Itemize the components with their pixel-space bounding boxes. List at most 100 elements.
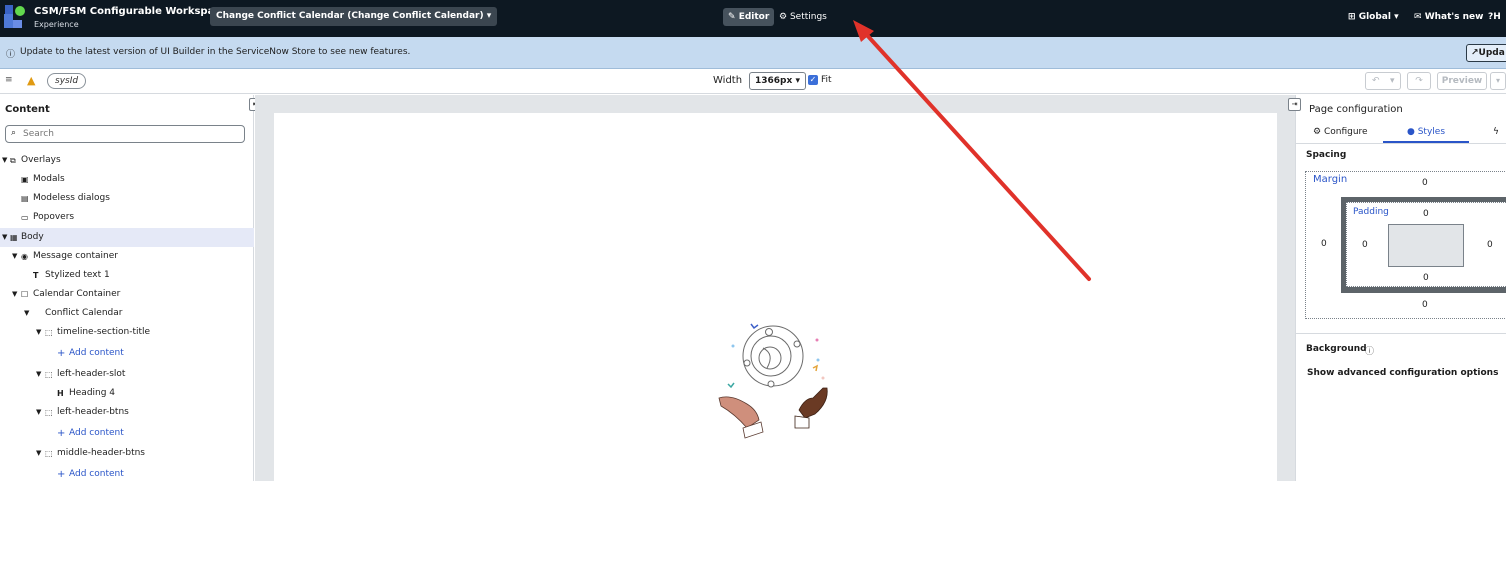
preview-dropdown[interactable]: ▾ (1490, 72, 1506, 90)
preview-button[interactable]: Preview (1437, 72, 1487, 90)
tree-item-timeline-section-title[interactable]: ▼ ⬚ timeline-section-title (0, 323, 254, 342)
info-icon: ⓘ (6, 50, 16, 60)
content-panel: Content ⌕ ▼ ⧉ Overlays ▣ Modals ▤ Modele… (0, 95, 254, 481)
tree-item-left-header-slot[interactable]: ▼ ⬚ left-header-slot (0, 365, 254, 384)
tree-item-calendar-container[interactable]: ▼ ☐ Calendar Container (0, 285, 254, 304)
search-input[interactable] (23, 128, 233, 140)
tree-item-popovers[interactable]: ▭ Popovers (0, 208, 254, 227)
margin-top-value[interactable]: 0 (1422, 178, 1428, 188)
tree-item-label: middle-header-btns (57, 448, 145, 458)
margin-bottom-value[interactable]: 0 (1422, 300, 1428, 310)
chevron-down-icon: ▾ (1495, 76, 1500, 85)
fit-checkbox[interactable]: ✓ (808, 75, 818, 85)
chevron-down-icon: ▾ (1390, 76, 1395, 86)
add-content-link[interactable]: + Add content (0, 465, 254, 481)
plus-icon: + (57, 348, 66, 359)
top-bar: CSM/FSM Configurable Workspace Experienc… (0, 0, 1506, 37)
tree-item-label: Popovers (33, 212, 75, 222)
caret-down-icon[interactable]: ▼ (36, 403, 41, 422)
caret-down-icon[interactable]: ▼ (2, 228, 7, 247)
tree-item-left-header-btns[interactable]: ▼ ⬚ left-header-btns (0, 403, 254, 422)
tree-item-label: Modals (33, 174, 65, 184)
caret-down-icon[interactable]: ▼ (36, 365, 41, 384)
update-banner: ⓘ Update to the latest version of UI Bui… (0, 37, 1506, 69)
update-button[interactable]: ↗Upda (1466, 44, 1506, 62)
warning-icon[interactable]: ▲ (27, 74, 35, 87)
text-icon: T (33, 271, 39, 280)
settings-tab-label: Settings (789, 12, 827, 22)
modeless-dialog-icon: ▤ (21, 194, 29, 203)
show-advanced-options-link[interactable]: Show advanced configuration options (1307, 368, 1498, 378)
padding-top-value[interactable]: 0 (1423, 209, 1429, 219)
editor-tab[interactable]: ✎ Editor (723, 8, 775, 26)
add-content-label: Add content (69, 348, 124, 358)
tab-styles[interactable]: ● Styles (1383, 125, 1469, 143)
gear-icon: ⚙ (1313, 127, 1322, 137)
help-link[interactable]: ?H (1488, 8, 1501, 26)
scope-menu[interactable]: ⊞ Global ▾ (1348, 8, 1399, 26)
search-icon: ⌕ (11, 128, 17, 138)
redo-button[interactable]: ↷ (1407, 72, 1431, 90)
tree-item-message-container[interactable]: ▼ ◉ Message container (0, 247, 254, 266)
app-title: CSM/FSM Configurable Workspace (34, 6, 228, 17)
padding-left-value[interactable]: 0 (1362, 240, 1368, 250)
undo-button[interactable]: ↶ ▾ (1365, 72, 1401, 90)
content-search[interactable]: ⌕ (5, 125, 245, 143)
tree-item-label: Heading 4 (69, 388, 116, 398)
page-selector-dropdown[interactable]: Change Conflict Calendar (Change Conflic… (210, 7, 498, 26)
add-content-link[interactable]: + Add content (0, 344, 254, 363)
app-subtitle: Experience (34, 20, 79, 29)
caret-down-icon[interactable]: ▼ (36, 444, 41, 463)
spacing-title: Spacing (1306, 150, 1347, 160)
tree-item-middle-header-btns[interactable]: ▼ ⬚ middle-header-btns (0, 444, 254, 463)
plus-icon: + (57, 428, 66, 439)
margin-label: Margin (1313, 174, 1348, 185)
info-icon[interactable]: ⓘ (1365, 344, 1374, 357)
editor-toolbar: ≡ ▲ sysId Width 1366px ▾ ✓ Fit ↶ ▾ ↷ Pre… (0, 70, 1506, 94)
tree-item-label: Calendar Container (33, 289, 121, 299)
tab-configure[interactable]: ⚙ Configure (1313, 125, 1383, 143)
caret-down-icon[interactable]: ▼ (24, 304, 29, 323)
tree-item-conflict-calendar[interactable]: ▼ Conflict Calendar (0, 304, 254, 323)
add-content-link[interactable]: + Add content (0, 424, 254, 443)
tree-item-overlays[interactable]: ▼ ⧉ Overlays (0, 151, 254, 170)
scope-label: Global (1358, 12, 1391, 22)
tree-item-heading-4[interactable]: H Heading 4 (0, 384, 254, 403)
gear-icon: ⚙ (779, 12, 788, 22)
tab-events[interactable]: ϟ (1493, 125, 1506, 143)
sysid-pill[interactable]: sysId (47, 73, 87, 89)
tab-configure-label: Configure (1323, 127, 1368, 137)
margin-left-value[interactable]: 0 (1321, 239, 1327, 249)
app-logo-icon (3, 5, 28, 29)
add-content-label: Add content (69, 428, 124, 438)
external-link-icon: ↗ (1471, 48, 1479, 58)
padding-right-value[interactable]: 0 (1487, 240, 1493, 250)
padding-box: Padding 0 0 0 0 (1346, 202, 1506, 287)
caret-down-icon[interactable]: ▼ (2, 151, 7, 170)
modal-icon: ▣ (21, 175, 29, 184)
settings-tab[interactable]: ⚙ Settings (779, 8, 827, 26)
tree-item-modeless-dialogs[interactable]: ▤ Modeless dialogs (0, 189, 254, 208)
tree-item-modals[interactable]: ▣ Modals (0, 170, 254, 189)
slot-icon: ⬚ (45, 328, 53, 337)
ui-builder-app: CSM/FSM Configurable Workspace Experienc… (0, 0, 1506, 481)
whats-new-link[interactable]: ✉ What's new (1414, 8, 1483, 26)
chevron-down-icon: ▾ (795, 76, 800, 86)
padding-label: Padding (1353, 207, 1389, 217)
tree-item-body[interactable]: ▼ ▦ Body (0, 228, 254, 247)
collapse-right-panel-button[interactable]: ⇥ (1288, 98, 1301, 111)
help-label: H (1493, 12, 1501, 22)
caret-down-icon[interactable]: ▼ (12, 285, 17, 304)
menu-icon[interactable]: ≡ (5, 75, 13, 85)
page-selector-label: Change Conflict Calendar (Change Conflic… (216, 11, 484, 21)
caret-down-icon[interactable]: ▼ (36, 323, 41, 342)
width-select[interactable]: 1366px ▾ (749, 72, 806, 90)
section-divider (1296, 333, 1506, 334)
tree-item-label: Message container (33, 251, 118, 261)
redo-icon: ↷ (1415, 76, 1423, 86)
padding-bottom-value[interactable]: 0 (1423, 273, 1429, 283)
caret-down-icon[interactable]: ▼ (12, 247, 17, 266)
content-panel-title: Content (5, 104, 50, 115)
popover-icon: ▭ (21, 213, 29, 222)
tree-item-stylized-text[interactable]: T Stylized text 1 (0, 266, 254, 285)
